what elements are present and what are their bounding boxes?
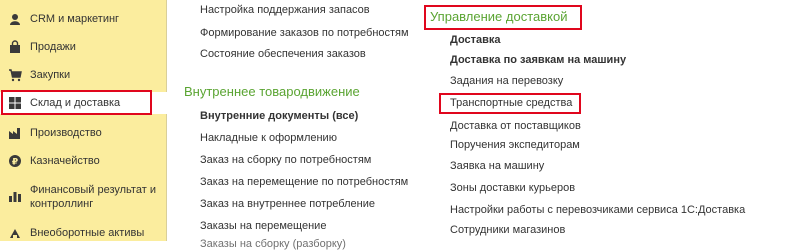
link-vehicle-request[interactable]: Заявка на машину xyxy=(450,160,544,172)
sidebar-item-production[interactable]: Производство xyxy=(0,123,167,143)
link-assembly-order-by-needs[interactable]: Заказ на сборку по потребностям xyxy=(200,154,371,166)
assets-icon xyxy=(8,226,22,240)
treasury-coin-icon: ₽ xyxy=(8,154,22,168)
sidebar-item-label: CRM и маркетинг xyxy=(30,13,120,25)
sidebar-item-warehouse[interactable]: Склад и доставка xyxy=(0,92,167,114)
sidebar-item-sales[interactable]: Продажи xyxy=(0,37,167,57)
sidebar-item-label: Продажи xyxy=(30,41,76,53)
sidebar-item-label: Склад и доставка xyxy=(30,97,121,109)
bar-chart-icon xyxy=(8,189,22,203)
link-carrier-settings[interactable]: Настройки работы с перевозчиками сервиса… xyxy=(450,204,745,216)
sidebar-item-label: Внеоборотные активы xyxy=(30,227,145,239)
link-store-employees[interactable]: Сотрудники магазинов xyxy=(450,224,565,236)
warehouse-grid-icon xyxy=(8,96,22,110)
link-delivery-by-vehicle-requests[interactable]: Доставка по заявкам на машину xyxy=(450,54,626,66)
section-title-internal-movement: Внутреннее товародвижение xyxy=(184,84,360,99)
crm-icon xyxy=(8,12,22,26)
link-internal-docs-all[interactable]: Внутренние документы (все) xyxy=(200,110,358,122)
sidebar-item-label: Казначейство xyxy=(30,155,100,167)
link-stock-settings[interactable]: Настройка поддержания запасов xyxy=(200,4,370,16)
shopping-cart-icon xyxy=(8,68,22,82)
section-title-delivery-management: Управление доставкой xyxy=(430,9,568,24)
link-transfer-orders[interactable]: Заказы на перемещение xyxy=(200,220,326,232)
link-courier-zones[interactable]: Зоны доставки курьеров xyxy=(450,182,575,194)
svg-text:₽: ₽ xyxy=(12,158,18,168)
sidebar-item-financial-result[interactable]: Финансовый результат и контроллинг xyxy=(0,180,167,212)
link-vehicles[interactable]: Транспортные средства xyxy=(450,97,572,109)
link-assembly-orders[interactable]: Заказы на сборку (разборку) xyxy=(200,238,346,250)
link-supplier-delivery[interactable]: Доставка от поставщиков xyxy=(450,120,581,132)
link-waybills-to-issue[interactable]: Накладные к оформлению xyxy=(200,132,337,144)
sidebar-item-label: Производство xyxy=(30,127,102,139)
sidebar-item-purchases[interactable]: Закупки xyxy=(0,65,167,85)
sales-bag-icon xyxy=(8,40,22,54)
sidebar-item-fixed-assets[interactable]: Внеоборотные активы xyxy=(0,223,167,241)
sidebar: CRM и маркетинг Продажи Закупки Склад и … xyxy=(0,0,167,241)
link-delivery[interactable]: Доставка xyxy=(450,34,501,46)
link-order-supply-status[interactable]: Состояние обеспечения заказов xyxy=(200,48,366,60)
factory-icon xyxy=(8,126,22,140)
link-transfer-order-by-needs[interactable]: Заказ на перемещение по потребностям xyxy=(200,176,408,188)
link-orders-by-needs[interactable]: Формирование заказов по потребностям xyxy=(200,27,409,39)
sidebar-item-label: Финансовый результат и контроллинг xyxy=(30,184,156,210)
sidebar-item-treasury[interactable]: ₽ Казначейство xyxy=(0,151,167,171)
sidebar-item-label: Закупки xyxy=(30,69,71,81)
link-forwarder-assignments[interactable]: Поручения экспедиторам xyxy=(450,139,580,151)
sidebar-item-crm[interactable]: CRM и маркетинг xyxy=(0,9,167,29)
link-internal-consumption-order[interactable]: Заказ на внутреннее потребление xyxy=(200,198,375,210)
link-transport-tasks[interactable]: Задания на перевозку xyxy=(450,75,563,87)
